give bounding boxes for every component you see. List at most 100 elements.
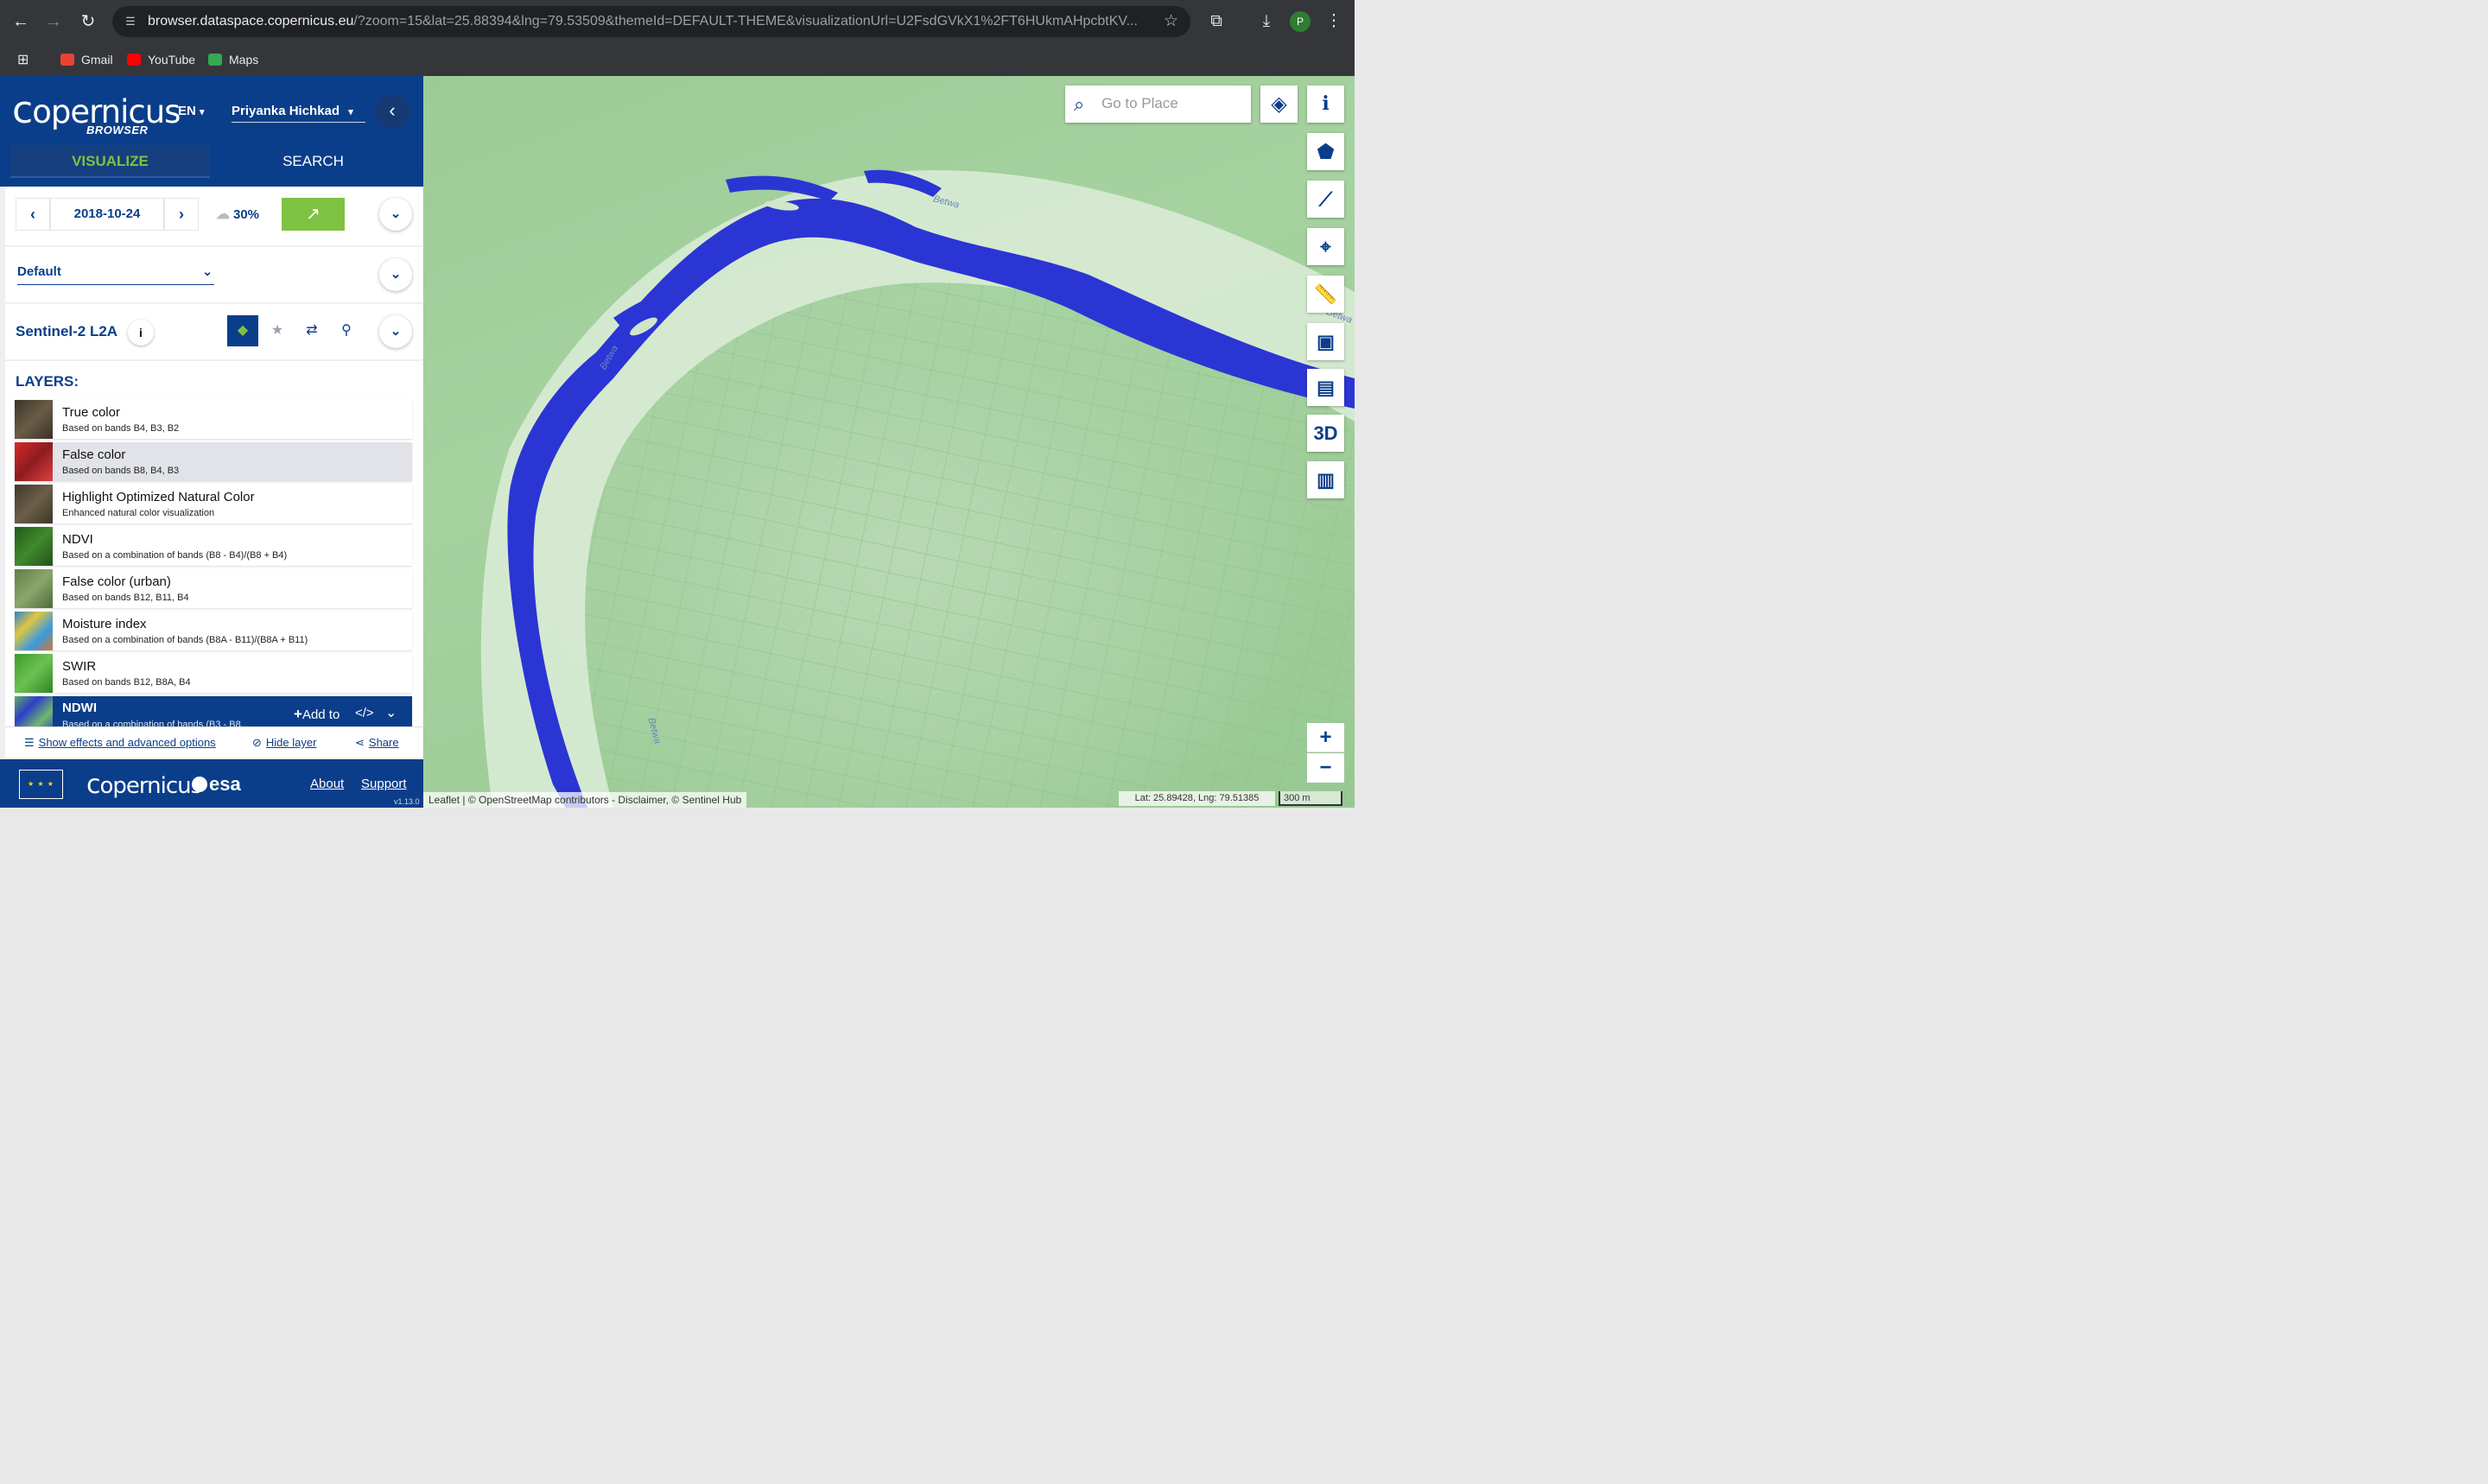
layer-highlight-optimized[interactable]: Highlight Optimized Natural Color Enhanc… xyxy=(15,485,412,523)
layer-thumbnail xyxy=(15,612,53,650)
chevron-down-icon: ▾ xyxy=(200,107,205,117)
layer-swir[interactable]: SWIR Based on bands B12, B8A, B4 xyxy=(15,654,412,693)
layer-description: Based on bands B12, B8A, B4 xyxy=(62,677,191,688)
profile-avatar[interactable]: P xyxy=(1290,11,1311,32)
layer-false-color-urban[interactable]: False color (urban) Based on bands B12, … xyxy=(15,569,412,608)
layer-actions-bar: ☰ Show effects and advanced options ⊘ Hide… xyxy=(5,726,422,758)
add-to-button[interactable]: +Add to xyxy=(294,706,340,723)
language-select[interactable]: EN ▾ xyxy=(178,104,205,118)
forward-arrow-icon[interactable]: → xyxy=(41,10,66,34)
esa-logo[interactable]: esa xyxy=(192,773,241,796)
map-layers-button[interactable]: ◈ xyxy=(1260,86,1298,123)
image-download-icon[interactable]: ▣ xyxy=(1307,323,1344,360)
back-arrow-icon[interactable]: ← xyxy=(9,10,33,34)
kebab-menu-icon[interactable]: ⋮ xyxy=(1322,10,1346,34)
search-icon: ⌕ xyxy=(1074,93,1085,115)
zoom-in-button[interactable]: + xyxy=(1307,723,1344,752)
about-link[interactable]: About xyxy=(310,777,344,791)
collapse-sidebar-button[interactable]: ‹ xyxy=(375,94,409,129)
show-effects-link[interactable]: ☰ Show effects and advanced options xyxy=(24,736,216,750)
layers-icon: ◈ xyxy=(1271,92,1287,116)
plus-icon: + xyxy=(294,706,302,722)
three-d-button[interactable]: 3D xyxy=(1307,415,1344,452)
layers-title: LAYERS: xyxy=(16,373,79,390)
layer-false-color[interactable]: False color Based on bands B8, B4, B3 xyxy=(15,442,412,481)
line-measure-icon[interactable]: ⟋ xyxy=(1307,181,1344,218)
info-icon[interactable]: i xyxy=(128,320,154,346)
bookmark-label: Gmail xyxy=(81,53,113,67)
layer-ndvi[interactable]: NDVI Based on a combination of bands (B8… xyxy=(15,527,412,566)
share-link[interactable]: ⋖ Share xyxy=(355,736,399,750)
favorite-star-icon[interactable]: ★ xyxy=(262,315,293,346)
double-chevron-down-icon[interactable]: ⌄ xyxy=(385,704,397,721)
location-pin-icon[interactable]: ⌖ xyxy=(1307,228,1344,265)
expand-theme-button[interactable]: ⌄ xyxy=(379,258,412,291)
layers-panel: LAYERS: True color Based on bands B4, B3… xyxy=(5,361,422,756)
previous-date-button[interactable]: ‹ xyxy=(16,198,50,231)
layers-stack-icon[interactable]: ◆ xyxy=(227,315,258,346)
map-attribution[interactable]: Leaflet | © OpenStreetMap contributors -… xyxy=(423,792,747,808)
scale-bar: 300 m xyxy=(1279,791,1342,806)
layer-description: Enhanced natural color visualization xyxy=(62,508,215,518)
hide-layer-label: Hide layer xyxy=(265,736,317,749)
bar-chart-icon[interactable]: ▥ xyxy=(1307,461,1344,498)
expand-collection-button[interactable]: ⌄ xyxy=(379,315,412,348)
eu-flag-logo[interactable]: ★ ★ ★ xyxy=(19,770,63,799)
go-to-place-search[interactable]: ⌕ xyxy=(1065,86,1251,123)
eye-off-icon: ⊘ xyxy=(252,736,262,749)
esa-mark-icon xyxy=(192,777,207,792)
site-info-icon[interactable]: ☰ xyxy=(123,14,138,29)
copernicus-footer-logo[interactable]: copernicus xyxy=(86,770,202,800)
film-timelapse-icon[interactable]: ▤ xyxy=(1307,369,1344,406)
apps-grid-icon[interactable]: ⊞ xyxy=(17,50,29,69)
next-date-button[interactable]: › xyxy=(164,198,199,231)
address-bar[interactable]: ☰ browser.dataspace.copernicus.eu/?zoom=… xyxy=(112,6,1190,37)
user-menu[interactable]: Priyanka Hichkad ▾ xyxy=(232,104,365,123)
collection-name: Sentinel-2 L2A xyxy=(16,323,118,339)
layer-thumbnail xyxy=(15,485,53,523)
gmail-icon xyxy=(60,54,74,66)
bookmark-gmail[interactable]: Gmail xyxy=(60,50,113,69)
bookmark-youtube[interactable]: YouTube xyxy=(127,50,195,69)
code-icon[interactable]: </> xyxy=(355,706,374,720)
cloud-cover-filter[interactable]: ☁ 30% xyxy=(216,206,259,223)
map-view[interactable]: Betwa Betwa Betwa Betwa ⌕ ◈ i ⬟ ⟋ ⌖ 📏 ▣ … xyxy=(423,76,1355,808)
bookmark-star-icon[interactable]: ☆ xyxy=(1164,11,1178,31)
expand-date-button[interactable]: ⌄ xyxy=(379,198,412,231)
zoom-out-button[interactable]: − xyxy=(1307,753,1344,783)
download-icon[interactable]: ⤓ xyxy=(1254,10,1279,34)
url-path: /?zoom=15&lat=25.88394&lng=79.53509&them… xyxy=(353,14,1138,29)
tab-search[interactable]: SEARCH xyxy=(213,145,413,178)
layer-thumbnail xyxy=(15,400,53,439)
sidebar-footer: ★ ★ ★ copernicus esa About Support v1.13… xyxy=(0,759,423,808)
theme-selected-value: Default xyxy=(17,264,61,279)
hide-layer-link[interactable]: ⊘ Hide layer xyxy=(252,736,316,750)
pin-icon[interactable]: ⚲ xyxy=(331,315,362,346)
reload-icon[interactable]: ↻ xyxy=(76,10,100,34)
go-to-place-input[interactable] xyxy=(1101,93,1244,114)
youtube-icon xyxy=(127,54,141,66)
collection-panel: Sentinel-2 L2A i ◆ ★ ⇄ ⚲ ⌄ xyxy=(5,304,422,359)
layer-name: False color xyxy=(62,447,126,462)
compare-arrows-icon[interactable]: ⇄ xyxy=(296,315,327,346)
url-text[interactable]: browser.dataspace.copernicus.eu/?zoom=15… xyxy=(148,14,1150,29)
chevron-down-icon: ▾ xyxy=(348,107,353,117)
layer-thumbnail xyxy=(15,442,53,481)
tab-visualize[interactable]: VISUALIZE xyxy=(10,145,210,178)
layer-name: True color xyxy=(62,405,120,420)
ruler-icon[interactable]: 📏 xyxy=(1307,276,1344,313)
info-tool-button[interactable]: i xyxy=(1307,86,1344,123)
cloud-icon: ☁ xyxy=(216,207,230,222)
search-date-button[interactable]: ↗ xyxy=(282,198,345,231)
show-effects-label: Show effects and advanced options xyxy=(38,736,216,749)
bookmark-maps[interactable]: Maps xyxy=(208,50,258,69)
date-picker[interactable]: 2018-10-24 xyxy=(50,198,164,231)
sidebar-header: copernicus BROWSER EN ▾ Priyanka Hichkad… xyxy=(0,76,423,187)
polygon-aoi-icon[interactable]: ⬟ xyxy=(1307,133,1344,170)
support-link[interactable]: Support xyxy=(361,777,407,791)
chevron-down-icon: ⌄ xyxy=(390,206,402,221)
layer-true-color[interactable]: True color Based on bands B4, B3, B2 xyxy=(15,400,412,439)
theme-select[interactable]: Default ⌄ xyxy=(17,264,214,285)
layer-moisture-index[interactable]: Moisture index Based on a combination of… xyxy=(15,612,412,650)
extensions-icon[interactable]: ⧉ xyxy=(1204,10,1228,34)
